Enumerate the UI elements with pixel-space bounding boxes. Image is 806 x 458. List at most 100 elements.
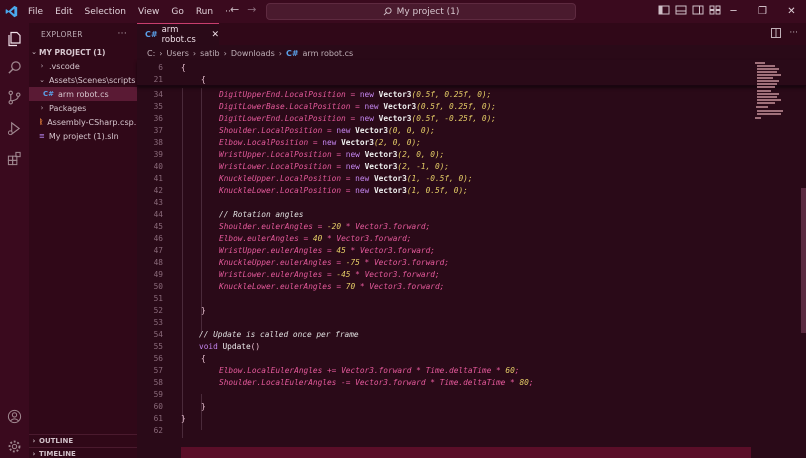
line-number: 44 xyxy=(153,209,163,219)
breadcrumb-downloads[interactable]: Downloads xyxy=(231,49,275,58)
breadcrumb-user[interactable]: satib xyxy=(200,49,220,58)
outline-label: OUTLINE xyxy=(39,437,74,445)
timeline-section[interactable]: › TIMELINE xyxy=(29,447,137,458)
tab-bar: C# arm robot.cs ✕ ··· xyxy=(137,23,806,45)
tree-item-label: arm robot.cs xyxy=(58,89,109,99)
line-number: 45 xyxy=(153,221,163,231)
menu-selection[interactable]: Selection xyxy=(79,7,132,17)
code-line: 57 Elbow.LocalEulerAngles += Vector3.forw… xyxy=(137,364,806,376)
line-number: 46 xyxy=(153,233,163,243)
project-root[interactable]: ⌄ MY PROJECT (1) xyxy=(29,45,137,59)
vscode-logo-icon xyxy=(0,0,22,23)
search-view-icon[interactable] xyxy=(5,58,24,77)
line-number: 51 xyxy=(153,293,163,303)
code-line: 55 void Update() xyxy=(137,340,806,352)
tab-arm-robot[interactable]: C# arm robot.cs ✕ xyxy=(137,23,219,45)
code-line: 34 DigitUpperEnd.LocalPosition = new Vect… xyxy=(137,88,806,100)
search-icon xyxy=(383,7,392,16)
code-line: 37 Shoulder.LocalPosition = new Vector3(0… xyxy=(137,124,806,136)
vertical-scrollbar[interactable] xyxy=(801,188,806,333)
code-line: 40 WristLower.LocalPosition = new Vector3… xyxy=(137,160,806,172)
tree-item-vscode[interactable]: › .vscode xyxy=(29,59,137,73)
line-number: 37 xyxy=(153,125,163,135)
line-number: 53 xyxy=(153,317,163,327)
toggle-secondary-sidebar-icon[interactable] xyxy=(692,4,704,16)
outline-section[interactable]: › OUTLINE xyxy=(29,434,137,447)
tree-item-scripts-folder[interactable]: ⌄ Assets\Scenes\scripts xyxy=(29,73,137,87)
code-line: 38 Elbow.LocalPosition = new Vector3(2, 0… xyxy=(137,136,806,148)
menu-run[interactable]: Run xyxy=(190,7,219,17)
code-line: 58 Shoulder.LocalEulerAngles -= Vector3.f… xyxy=(137,376,806,388)
breadcrumb-users[interactable]: Users xyxy=(166,49,188,58)
sticky-scroll-header[interactable]: 6{ 21{ xyxy=(137,60,806,86)
tree-item-packages[interactable]: › Packages xyxy=(29,101,137,115)
run-debug-icon[interactable] xyxy=(5,119,24,138)
line-number: 34 xyxy=(153,89,163,99)
menu-go[interactable]: Go xyxy=(165,7,189,17)
code-line: 45 Shoulder.eulerAngles = -20 * Vector3.f… xyxy=(137,220,806,232)
code-line: 42 KnuckleLower.LocalPosition = new Vecto… xyxy=(137,184,806,196)
explorer-icon[interactable] xyxy=(5,29,24,48)
code-line: 43 xyxy=(137,196,806,208)
code-editor[interactable]: 34 DigitUpperEnd.LocalPosition = new Vect… xyxy=(137,60,806,458)
menu-edit[interactable]: Edit xyxy=(49,7,78,17)
minimap[interactable] xyxy=(753,60,791,120)
tree-item-sln[interactable]: ≡ My project (1).sln xyxy=(29,129,137,143)
menu-view[interactable]: View xyxy=(132,7,165,17)
csharp-file-icon: C# xyxy=(285,48,299,58)
editor-more-icon[interactable]: ··· xyxy=(789,28,798,41)
tree-item-csproj[interactable]: ᚱ Assembly-CSharp.csp... xyxy=(29,115,137,129)
chevron-right-icon: › xyxy=(40,104,44,112)
split-editor-icon[interactable] xyxy=(771,28,782,41)
code-line: 54 // Update is called once per frame xyxy=(137,328,806,340)
code-line: 48 KnuckleUpper.eulerAngles = -75 * Vecto… xyxy=(137,256,806,268)
code-line: 39 WristUpper.LocalPosition = new Vector3… xyxy=(137,148,806,160)
csharp-file-icon: C# xyxy=(43,90,55,98)
account-icon[interactable] xyxy=(5,407,24,426)
code-line: 50 KnuckleLower.eulerAngles = 70 * Vector… xyxy=(137,280,806,292)
tree-item-label: Packages xyxy=(49,103,87,113)
csharp-file-icon: C# xyxy=(145,30,158,39)
code-line: 62 xyxy=(137,424,806,436)
line-number: 47 xyxy=(153,245,163,255)
code-line: 41 KnuckleUpper.LocalPosition = new Vecto… xyxy=(137,172,806,184)
menu-file[interactable]: File xyxy=(22,7,49,17)
tree-item-label: Assets\Scenes\scripts xyxy=(49,75,136,85)
line-number: 59 xyxy=(153,389,163,399)
line-number: 50 xyxy=(153,281,163,291)
explorer-more-icon[interactable]: ··· xyxy=(118,29,127,39)
line-number: 61 xyxy=(153,413,163,423)
line-number: 40 xyxy=(153,161,163,171)
line-number: 38 xyxy=(153,137,163,147)
explorer-header: EXPLORER ··· xyxy=(29,23,137,45)
tree-item-arm-robot[interactable]: C# arm robot.cs xyxy=(29,87,137,101)
rss-file-icon: ᚱ xyxy=(39,118,44,126)
line-number: 35 xyxy=(153,101,163,111)
source-control-icon[interactable] xyxy=(5,88,24,107)
chevron-right-icon: › xyxy=(278,48,282,58)
restore-icon[interactable]: ❐ xyxy=(748,0,777,23)
chevron-right-icon: › xyxy=(32,450,36,458)
line-number: 41 xyxy=(153,173,163,183)
breadcrumb-file[interactable]: arm robot.cs xyxy=(303,49,354,58)
toggle-panel-icon[interactable] xyxy=(675,4,687,16)
command-center-search[interactable]: My project (1) xyxy=(266,3,576,20)
line-number: 57 xyxy=(153,365,163,375)
code-line: 56{ xyxy=(137,352,806,364)
menu-bar: File Edit Selection View Go Run ··· xyxy=(22,7,240,17)
toggle-primary-sidebar-icon[interactable] xyxy=(658,4,670,16)
current-line-highlight xyxy=(181,447,751,458)
minimize-icon[interactable]: ─ xyxy=(719,0,748,23)
close-tab-icon[interactable]: ✕ xyxy=(211,30,219,40)
nav-forward-icon[interactable]: → xyxy=(247,3,256,16)
breadcrumb-drive[interactable]: C: xyxy=(147,49,155,58)
close-window-icon[interactable]: ✕ xyxy=(777,0,806,23)
line-number: 39 xyxy=(153,149,163,159)
code-line: 60} xyxy=(137,400,806,412)
settings-gear-icon[interactable] xyxy=(5,437,24,456)
nav-back-icon[interactable]: ← xyxy=(230,3,239,16)
code-line: 53 xyxy=(137,316,806,328)
sln-file-icon: ≡ xyxy=(39,132,45,140)
extensions-icon[interactable] xyxy=(5,149,24,168)
code-line: 49 WristLower.eulerAngles = -45 * Vector3… xyxy=(137,268,806,280)
